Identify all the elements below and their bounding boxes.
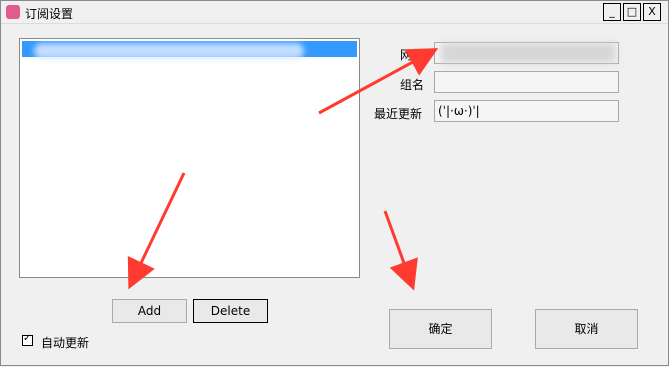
arrow-to-url [318, 48, 439, 115]
subscription-settings-window: 订阅设置 _ □ X 网址 组名 最近更新 (ˈ|·ω·)ˈ| Add Dele… [0, 0, 669, 366]
annotation-arrows [127, 48, 439, 291]
arrow-to-ok [383, 210, 418, 291]
arrow-to-add [127, 172, 186, 290]
